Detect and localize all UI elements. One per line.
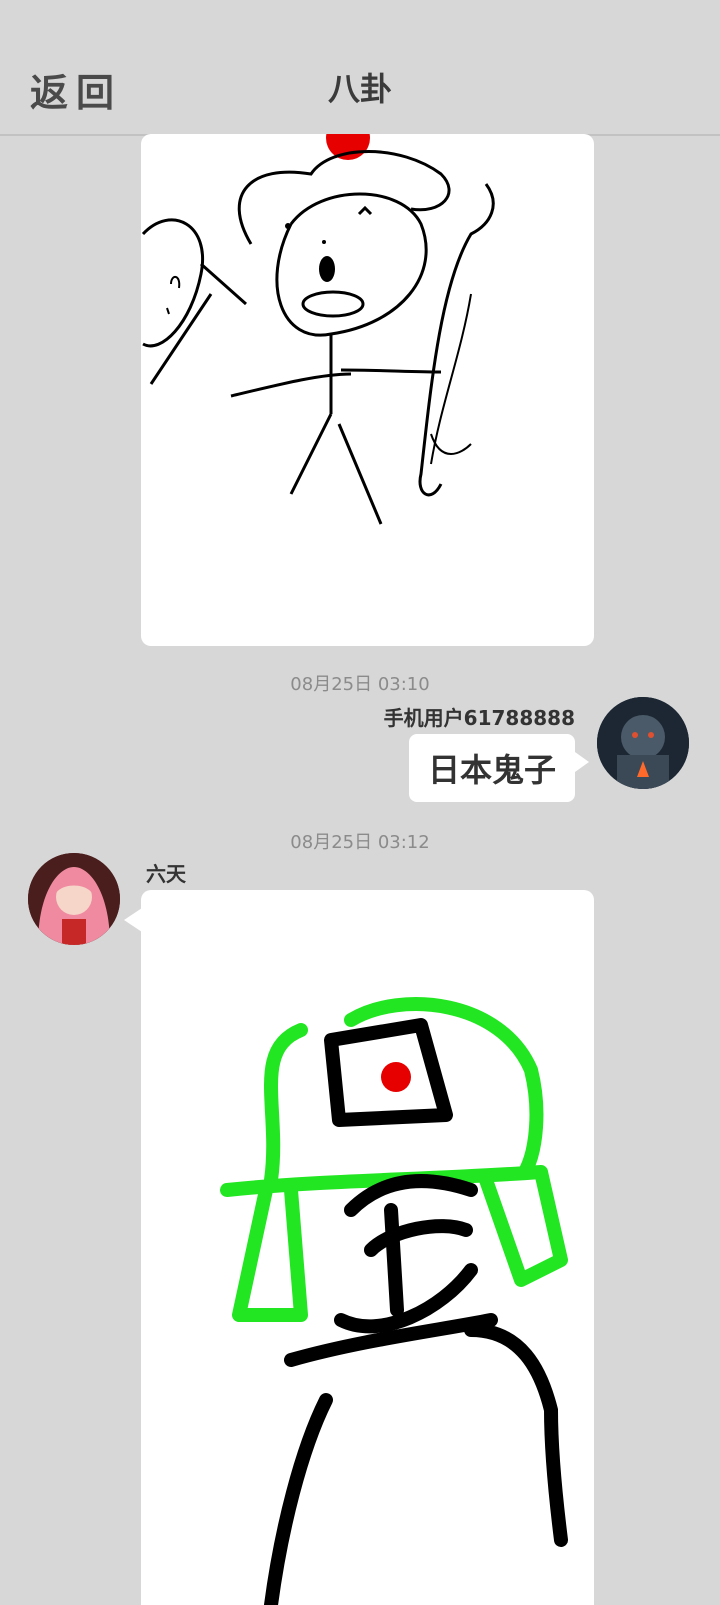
drawing-message-2[interactable] [141, 890, 594, 1605]
stick-figure-drawing [141, 134, 495, 525]
sender-name: 六天 [146, 862, 186, 886]
timestamp: 08月25日 03:10 [290, 674, 430, 695]
message-bubble[interactable]: 日本鬼子 [409, 734, 575, 802]
avatar-anime-girl-icon[interactable] [28, 853, 120, 945]
helmet-figure-drawing [220, 997, 568, 1605]
sender-name: 手机用户61788888 [383, 706, 575, 730]
page-title: 八卦 [327, 70, 392, 108]
avatar-robot-icon[interactable] [597, 697, 689, 789]
timestamp: 08月25日 03:12 [290, 832, 430, 853]
drawing-message-1[interactable] [141, 134, 594, 646]
message-text: 日本鬼子 [427, 751, 556, 789]
bubble-tail [575, 752, 589, 772]
top-bar: 返回 八卦 [0, 0, 720, 136]
bubble-tail [124, 908, 142, 932]
